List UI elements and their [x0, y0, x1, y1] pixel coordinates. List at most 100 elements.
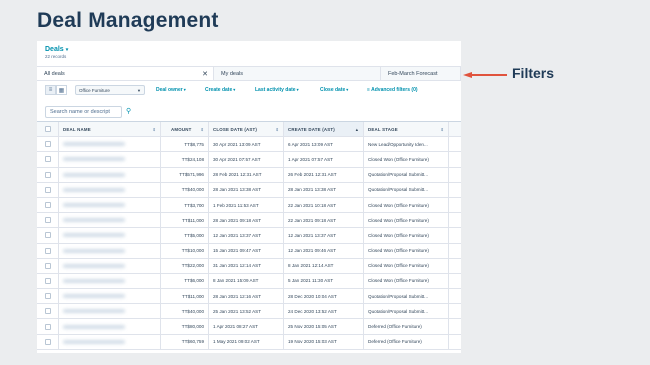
row-checkbox[interactable] [37, 304, 59, 319]
tab-my-deals[interactable]: My deals [214, 67, 381, 80]
table-row[interactable]: TT$11,000 28 Jan 2021 09:18 AST 22 Jan 202… [37, 213, 461, 229]
filter-deal-owner[interactable]: Deal owner▾ [156, 87, 186, 93]
row-checkbox[interactable] [37, 289, 59, 304]
column-header-close-date[interactable]: CLOSE DATE (AST) ⇕ [209, 122, 284, 137]
advanced-filters-button[interactable]: ≡ Advanced filters (0) [367, 87, 418, 93]
deal-name-cell[interactable] [59, 319, 161, 334]
deal-name-cell[interactable] [59, 182, 161, 197]
select-all-checkbox[interactable] [37, 122, 59, 137]
close-date-cell: 25 Jan 2021 13:52 AST [209, 304, 284, 319]
deal-name-cell[interactable] [59, 258, 161, 273]
deal-name-cell[interactable] [59, 228, 161, 243]
row-checkbox[interactable] [37, 182, 59, 197]
chevron-down-icon: ▾ [183, 87, 186, 92]
table-row[interactable]: TT$22,000 31 Jan 2021 12:14 AST 8 Jan 2021… [37, 258, 461, 274]
row-checkbox[interactable] [37, 213, 59, 228]
deal-name-cell[interactable] [59, 334, 161, 349]
deal-stage-cell: Closed Won (Office Furniture) [364, 258, 449, 273]
header-label: CREATE DATE (AST) [288, 126, 335, 132]
column-header-deal-stage[interactable]: DEAL STAGE ⇕ [364, 122, 449, 137]
column-spacer [449, 289, 461, 303]
tab-all-deals[interactable]: All deals ✕ [37, 67, 214, 80]
table-row[interactable]: TT$60,759 1 May 2021 09:02 AST 19 Nov 2020… [37, 334, 461, 350]
filter-create-date[interactable]: Create date▾ [205, 87, 235, 93]
deal-name-cell[interactable] [59, 213, 161, 228]
checkbox-icon [44, 293, 51, 300]
deal-name-cell[interactable] [59, 243, 161, 258]
row-checkbox[interactable] [37, 258, 59, 273]
close-icon[interactable]: ✕ [202, 70, 208, 78]
amount-cell: TT$5,000 [161, 228, 209, 243]
column-spacer [449, 183, 461, 197]
row-checkbox[interactable] [37, 197, 59, 213]
list-view-icon[interactable]: ≡ [45, 85, 56, 95]
table-row[interactable]: TT$6,000 8 Jan 2021 15:09 AST 5 Jan 2021 1… [37, 273, 461, 290]
deal-stage-cell: Deferred (Office Furniture) [364, 334, 449, 349]
table-row[interactable]: TT$10,000 15 Jan 2021 09:47 AST 12 Jan 202… [37, 243, 461, 259]
checkbox-icon [44, 277, 51, 284]
amount-cell: TT$11,000 [161, 213, 209, 228]
amount-cell: TT$8,775 [161, 137, 209, 152]
deals-header: Deals ▾ 22 records [45, 46, 68, 59]
table-row[interactable]: TT$571,996 28 Feb 2021 12:31 AST 26 Feb 20… [37, 167, 461, 183]
search-icon[interactable]: ⚲ [126, 107, 131, 115]
row-checkbox[interactable] [37, 137, 59, 152]
column-spacer [449, 335, 461, 349]
row-checkbox[interactable] [37, 228, 59, 243]
row-checkbox[interactable] [37, 167, 59, 182]
redacted-deal-name [63, 263, 125, 268]
header-label: DEAL STAGE [368, 126, 398, 132]
column-header-deal-name[interactable]: DEAL NAME ⇕ [59, 122, 161, 137]
close-date-cell: 28 Jan 2021 12:16 AST [209, 289, 284, 304]
filter-last-activity-date[interactable]: Last activity date▾ [255, 87, 299, 93]
deals-dropdown[interactable]: Deals ▾ [45, 46, 68, 53]
column-header-create-date[interactable]: CREATE DATE (AST) ▲ [284, 122, 364, 137]
deal-stage-cell: Quotation/Proposal Submitt... [364, 304, 449, 319]
row-checkbox[interactable] [37, 152, 59, 167]
deal-name-cell[interactable] [59, 167, 161, 182]
deal-name-cell[interactable] [59, 152, 161, 167]
table-row[interactable]: TT$40,000 28 Jan 2021 13:38 AST 28 Jan 202… [37, 182, 461, 198]
deal-name-cell[interactable] [59, 289, 161, 304]
table-row[interactable]: TT$8,775 30 Apr 2021 13:09 AST 6 Apr 2021 … [37, 137, 461, 153]
column-spacer [449, 319, 461, 333]
pipeline-value: Office Furniture [79, 87, 110, 93]
chevron-down-icon: ▼ [137, 87, 141, 93]
deal-name-cell[interactable] [59, 137, 161, 152]
tab-feb-march-forecast[interactable]: Feb-March Forecast [381, 67, 461, 80]
row-checkbox[interactable] [37, 243, 59, 258]
create-date-cell: 22 Jan 2021 09:18 AST [284, 213, 364, 228]
row-checkbox[interactable] [37, 319, 59, 334]
deal-name-cell[interactable] [59, 304, 161, 319]
redacted-deal-name [63, 339, 125, 344]
table-row[interactable]: TT$80,000 1 Apr 2021 08:27 AST 25 Nov 2020… [37, 319, 461, 335]
amount-cell: TT$40,000 [161, 182, 209, 197]
table-row[interactable]: TT$24,108 30 Apr 2021 07:57 AST 1 Apr 2021… [37, 152, 461, 168]
deal-stage-cell: New Lead/Opportunity Iden... [364, 137, 449, 152]
redacted-deal-name [63, 187, 125, 192]
create-date-cell: 19 Nov 2020 15:03 AST [284, 334, 364, 349]
table-row[interactable]: TT$40,000 25 Jan 2021 13:52 AST 24 Dec 202… [37, 304, 461, 320]
deal-name-cell[interactable] [59, 197, 161, 213]
redacted-deal-name [63, 203, 125, 208]
row-checkbox[interactable] [37, 273, 59, 289]
sort-icon: ⇕ [200, 126, 204, 132]
board-view-icon[interactable]: ▦ [56, 85, 67, 95]
header-label: AMOUNT [171, 126, 192, 132]
deals-title: Deals [45, 46, 64, 53]
table-row[interactable]: TT$3,700 1 Feb 2021 11:53 AST 22 Jan 2021 … [37, 197, 461, 214]
close-date-cell: 12 Jan 2021 13:37 AST [209, 228, 284, 243]
filter-label: Create date [205, 87, 233, 93]
filter-close-date[interactable]: Close date▾ [320, 87, 348, 93]
filter-label: Close date [320, 87, 346, 93]
table-row[interactable]: TT$5,000 12 Jan 2021 13:37 AST 12 Jan 2021… [37, 228, 461, 244]
create-date-cell: 1 Apr 2021 07:57 AST [284, 152, 364, 167]
table-row[interactable]: TT$11,000 28 Jan 2021 12:16 AST 28 Dec 202… [37, 289, 461, 305]
pipeline-select[interactable]: Office Furniture ▼ [75, 85, 145, 95]
amount-cell: TT$6,000 [161, 273, 209, 289]
deal-name-cell[interactable] [59, 273, 161, 289]
amount-cell: TT$40,000 [161, 304, 209, 319]
column-header-amount[interactable]: AMOUNT ⇕ [161, 122, 209, 137]
row-checkbox[interactable] [37, 334, 59, 349]
search-input[interactable]: Search name or descript [45, 106, 122, 118]
